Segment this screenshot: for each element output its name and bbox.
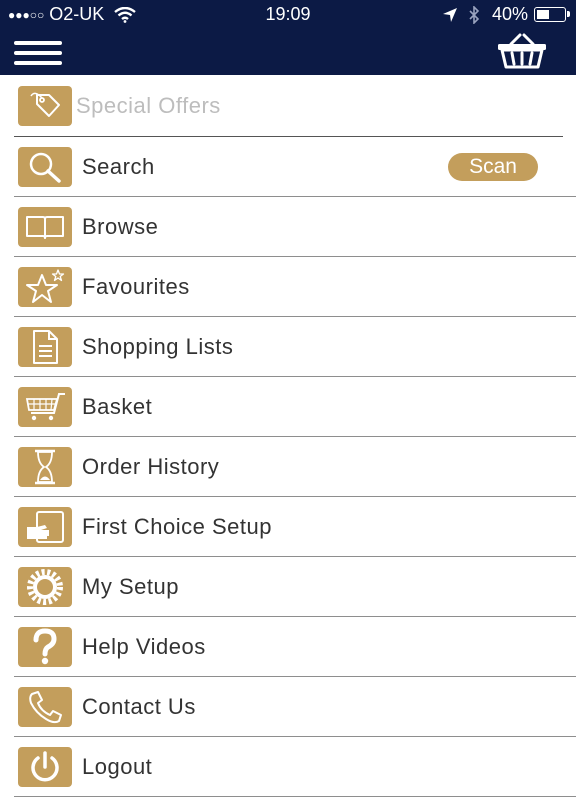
- menu-item-label: Contact Us: [82, 693, 196, 719]
- book-icon: [18, 206, 72, 247]
- menu-item-browse[interactable]: Browse: [14, 197, 576, 257]
- search-icon: [18, 146, 72, 187]
- menu-item-shopping-lists[interactable]: Shopping Lists: [14, 317, 576, 377]
- menu-item-search[interactable]: Search Scan: [14, 137, 576, 197]
- hourglass-icon: [18, 446, 72, 487]
- price-tag-icon: [18, 85, 72, 126]
- menu-item-label: My Setup: [82, 573, 179, 599]
- shopping-cart-icon: [18, 386, 72, 427]
- menu-item-my-setup[interactable]: My Setup: [14, 557, 576, 617]
- menu-item-help-videos[interactable]: Help Videos: [14, 617, 576, 677]
- menu-item-order-history[interactable]: Order History: [14, 437, 576, 497]
- basket-icon[interactable]: [496, 32, 548, 70]
- hand-card-icon: [18, 506, 72, 547]
- battery-percent: 40%: [491, 4, 528, 24]
- menu-item-label: Browse: [82, 213, 159, 239]
- menu-item-label: Special Offers: [76, 92, 221, 118]
- hamburger-icon[interactable]: [14, 41, 62, 65]
- menu-item-basket[interactable]: Basket: [14, 377, 576, 437]
- menu-item-label: Basket: [82, 393, 153, 419]
- question-mark-icon: [18, 626, 72, 667]
- location-arrow-icon: [442, 7, 457, 22]
- menu-item-label: Search: [82, 153, 155, 179]
- gear-icon: [18, 566, 72, 607]
- power-icon: [18, 746, 72, 787]
- menu-item-label: Logout: [82, 753, 153, 779]
- main-menu: Special Offers Search Scan Browse Favour…: [0, 75, 576, 797]
- star-icon: [18, 266, 72, 307]
- menu-item-special-offers[interactable]: Special Offers: [14, 75, 563, 137]
- bluetooth-icon: [469, 5, 480, 24]
- menu-item-label: Favourites: [82, 273, 190, 299]
- status-bar: ●●●○○ O2-UK 19:09 40%: [0, 0, 576, 28]
- nav-bar: [0, 28, 576, 75]
- phone-icon: [18, 686, 72, 727]
- menu-item-label: Order History: [82, 453, 220, 479]
- menu-item-logout[interactable]: Logout: [14, 737, 576, 797]
- menu-item-label: First Choice Setup: [82, 513, 272, 539]
- menu-item-label: Help Videos: [82, 633, 206, 659]
- menu-item-contact-us[interactable]: Contact Us: [14, 677, 576, 737]
- battery-icon: [534, 7, 570, 22]
- document-list-icon: [18, 326, 72, 367]
- menu-item-favourites[interactable]: Favourites: [14, 257, 576, 317]
- scan-button[interactable]: Scan: [448, 153, 538, 181]
- menu-item-first-choice-setup[interactable]: First Choice Setup: [14, 497, 576, 557]
- menu-item-label: Shopping Lists: [82, 333, 234, 359]
